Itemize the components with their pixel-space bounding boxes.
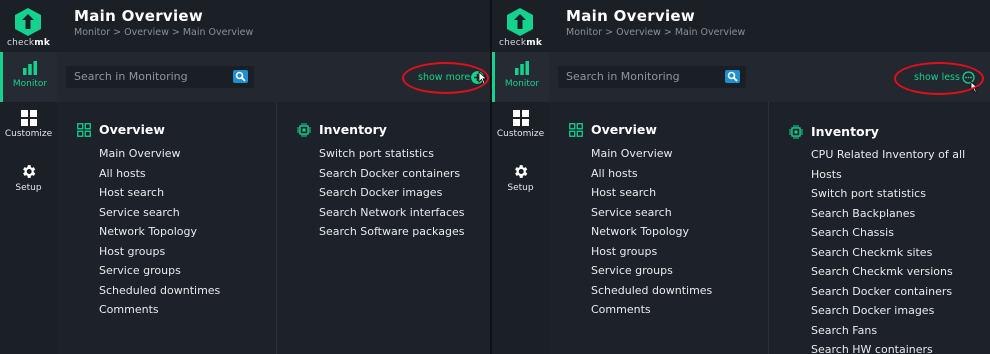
nav-customize-label: Customize [4,129,53,139]
main-sidebar: checkmk Monitor Customize Setup [0,0,57,354]
menu-link[interactable]: Hosts [811,168,965,188]
nav-monitor[interactable]: Monitor [0,52,57,102]
menu-link[interactable]: Service search [591,206,712,226]
search-button[interactable] [725,70,740,83]
left-panel: checkmk Monitor Customize Setup Main Ove… [0,0,490,354]
inventory-list: Switch port statistics Search Docker con… [319,147,465,245]
menu-link[interactable]: Switch port statistics [319,147,465,167]
menu-link[interactable]: Search Docker containers [811,285,965,305]
bar-chart-icon [23,61,37,75]
page-header: Main Overview Monitor > Overview > Main … [57,0,490,52]
main-content: Overview Main Overview All hosts Host se… [57,102,490,354]
inventory-title: Inventory [811,124,879,139]
overview-title: Overview [591,122,657,137]
menu-link[interactable]: Main Overview [99,147,220,167]
nav-setup-label: Setup [507,183,534,193]
menu-link[interactable]: Scheduled downtimes [99,284,220,304]
menu-link[interactable]: Search Software packages [319,225,465,245]
menu-link[interactable]: Search HW containers [811,343,965,354]
right-panel: checkmk Monitor Customize Setup Main Ove… [492,0,990,354]
nav-setup[interactable]: Setup [492,163,549,203]
gear-icon [515,165,528,178]
menu-link[interactable]: Host groups [591,245,712,265]
grid-icon [20,110,37,126]
search-icon [235,71,246,82]
breadcrumb[interactable]: Monitor > Overview > Main Overview [74,27,253,38]
page-title: Main Overview [74,7,204,25]
overview-grid-icon [569,123,583,137]
search-bar-row: Search in Monitoring show more [57,52,490,102]
inventory-column: Inventory Switch port statistics Search … [276,102,490,354]
menu-link[interactable]: Search Network interfaces [319,206,465,226]
menu-link[interactable]: Service groups [591,264,712,284]
comparison-screenshot: checkmk Monitor Customize Setup Main Ove… [0,0,990,354]
menu-link[interactable]: Search Fans [811,324,965,344]
bar-chart-icon [515,61,529,75]
menu-link[interactable]: All hosts [99,167,220,187]
menu-link[interactable]: Service search [99,206,220,226]
gear-icon [23,165,36,178]
search-placeholder: Search in Monitoring [566,70,680,83]
nav-monitor[interactable]: Monitor [492,52,549,102]
nav-customize[interactable]: Customize [492,110,549,150]
overview-column: Overview Main Overview All hosts Host se… [549,102,768,354]
search-placeholder: Search in Monitoring [74,70,188,83]
menu-link[interactable]: Search Docker images [811,304,965,324]
menu-link[interactable]: Search Chassis [811,226,965,246]
main-sidebar: checkmk Monitor Customize Setup [492,0,549,354]
search-bar-row: Search in Monitoring show less [549,52,990,102]
nav-monitor-label: Monitor [12,79,48,89]
logo-text: checkmk [498,38,543,48]
menu-link[interactable]: Host search [591,186,712,206]
inventory-column: Inventory CPU Related Inventory of all H… [768,102,990,354]
menu-link[interactable]: Search Docker containers [319,167,465,187]
inventory-title: Inventory [319,122,387,137]
inventory-list: CPU Related Inventory of all Hosts Switc… [811,148,965,354]
overview-list: Main Overview All hosts Host search Serv… [591,147,712,323]
nav-monitor-label: Monitor [504,79,540,89]
overview-list: Main Overview All hosts Host search Serv… [99,147,220,323]
search-input[interactable]: Search in Monitoring [66,66,254,88]
overview-grid-icon [77,123,91,137]
menu-link[interactable]: Search Checkmk sites [811,246,965,266]
nav-customize-label: Customize [496,129,545,139]
nav-setup-label: Setup [15,183,42,193]
search-input[interactable]: Search in Monitoring [558,66,746,88]
menu-link[interactable]: Comments [99,303,220,323]
page-header: Main Overview Monitor > Overview > Main … [549,0,990,52]
menu-link[interactable]: Search Docker images [319,186,465,206]
search-button[interactable] [233,70,248,83]
menu-link[interactable]: Network Topology [99,225,220,245]
menu-link[interactable]: Host search [99,186,220,206]
menu-link[interactable]: CPU Related Inventory of all [811,148,965,168]
menu-link[interactable]: Search Checkmk versions [811,265,965,285]
logo-text: checkmk [6,38,51,48]
overview-title: Overview [99,122,165,137]
checkmk-logo-icon [507,8,533,36]
grid-icon [512,110,529,126]
nav-customize[interactable]: Customize [0,110,57,150]
highlight-ring [894,62,984,95]
breadcrumb[interactable]: Monitor > Overview > Main Overview [566,27,745,38]
highlight-ring [402,62,489,94]
menu-link[interactable]: Comments [591,303,712,323]
menu-link[interactable]: Switch port statistics [811,187,965,207]
menu-link[interactable]: Search Backplanes [811,207,965,227]
overview-column: Overview Main Overview All hosts Host se… [57,102,276,354]
chip-icon [789,125,803,139]
menu-link[interactable]: Service groups [99,264,220,284]
main-content: Overview Main Overview All hosts Host se… [549,102,990,354]
page-title: Main Overview [566,7,696,25]
checkmk-logo[interactable]: checkmk [492,6,549,50]
checkmk-logo-icon [15,8,41,36]
checkmk-logo[interactable]: checkmk [0,6,57,50]
menu-link[interactable]: Scheduled downtimes [591,284,712,304]
menu-link[interactable]: Host groups [99,245,220,265]
search-icon [727,71,738,82]
menu-link[interactable]: Network Topology [591,225,712,245]
nav-setup[interactable]: Setup [0,163,57,203]
menu-link[interactable]: Main Overview [591,147,712,167]
menu-link[interactable]: All hosts [591,167,712,187]
chip-icon [297,123,311,137]
